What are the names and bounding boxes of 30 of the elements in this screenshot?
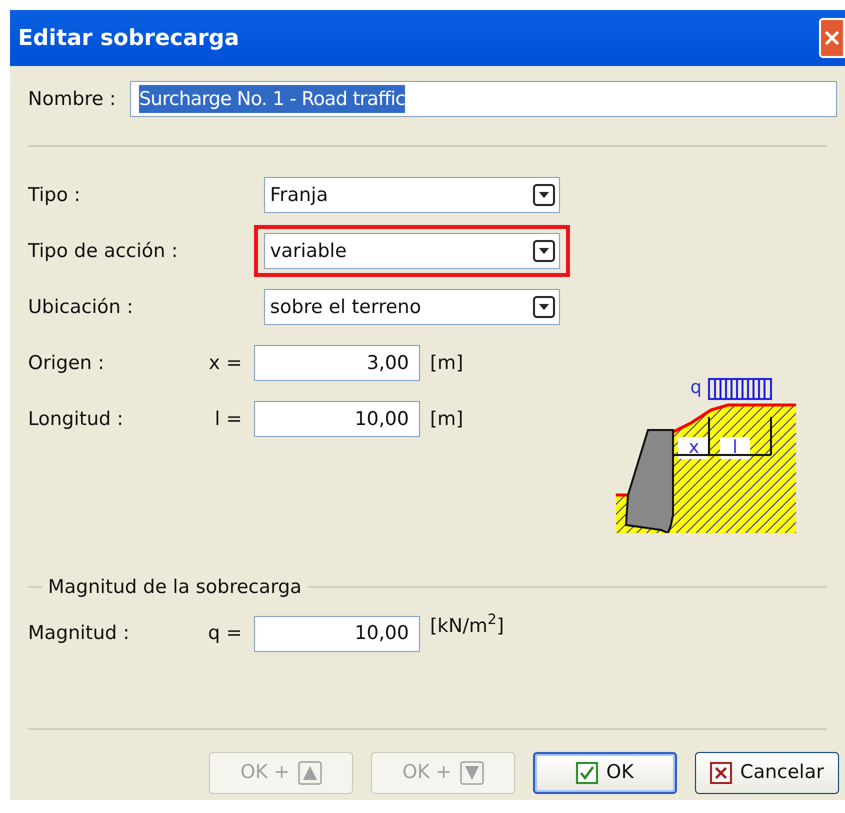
number-field[interactable]: 3,00 [254, 345, 420, 381]
field-label: Origen : [28, 350, 106, 376]
symbol-label: q = [206, 621, 243, 646]
group-title: Magnitud de la sobrecarga [48, 575, 302, 600]
field-label: Ubicación : [28, 294, 134, 320]
symbol-label: x = [208, 350, 243, 376]
close-icon [710, 762, 732, 784]
symbol-label: l = [214, 406, 243, 432]
dropdown[interactable]: sobre el terreno [264, 289, 560, 325]
unit-label: [kN/m$^{2}$] [430, 612, 504, 638]
field-label: Tipo de acción : [28, 238, 178, 264]
checkmark-icon [576, 762, 598, 784]
retaining-wall-drawing: x l q [616, 375, 796, 533]
field-label: Tipo : [28, 182, 82, 208]
dropdown[interactable]: variable [264, 233, 560, 269]
field-label: Magnitud : [28, 621, 130, 646]
ok-button[interactable]: OK [533, 752, 677, 794]
close-button[interactable] [819, 18, 845, 58]
selected-text: Surcharge No. 1 - Road traffic [139, 84, 406, 114]
field-label: Nombre : [28, 86, 117, 112]
number-field[interactable]: 10,00 [254, 401, 420, 437]
unit-label: [m] [430, 406, 464, 432]
unit-label: [m] [430, 350, 464, 376]
field-label: Longitud : [28, 406, 124, 432]
name-field[interactable]: Surcharge No. 1 - Road traffic [130, 81, 837, 117]
close-icon [823, 29, 841, 47]
dropdown[interactable]: Franja [264, 177, 560, 213]
number-field[interactable]: 10,00 [254, 616, 420, 652]
cancel-button[interactable]: Cancelar [695, 752, 839, 794]
window-title: Editar sobrecarga [18, 24, 240, 52]
